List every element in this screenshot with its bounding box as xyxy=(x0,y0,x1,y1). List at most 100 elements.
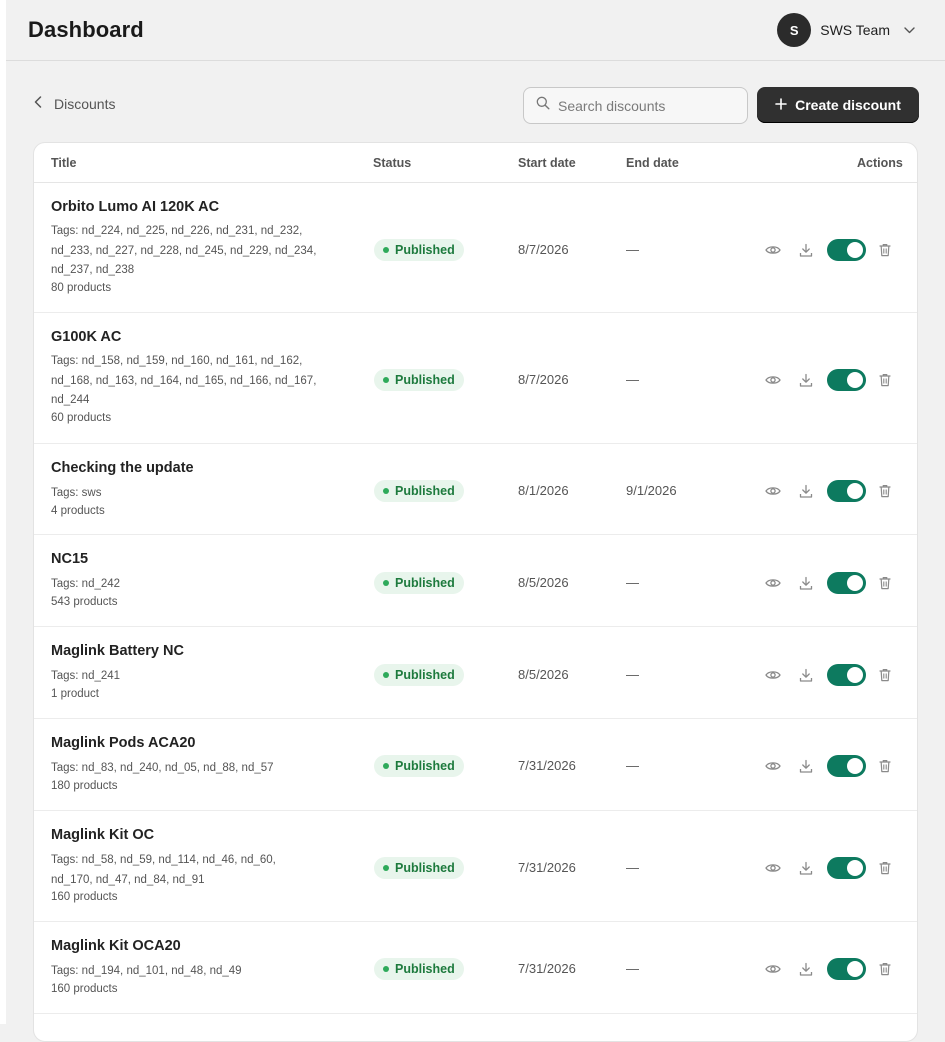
download-icon[interactable] xyxy=(798,574,816,592)
enable-toggle[interactable] xyxy=(827,958,867,980)
status-dot xyxy=(383,966,389,972)
eye-icon[interactable] xyxy=(764,666,782,684)
product-count: 543 products xyxy=(51,595,118,608)
product-count: 180 products xyxy=(51,779,118,792)
user-name: SWS Team xyxy=(820,22,890,38)
enable-toggle[interactable] xyxy=(827,755,867,777)
discount-tags: Tags: nd_83, nd_240, nd_05, nd_88, nd_57 xyxy=(51,762,274,774)
start-date: 7/31/2026 xyxy=(518,860,576,875)
row-actions xyxy=(764,480,894,502)
search-input[interactable] xyxy=(558,97,728,114)
eye-icon[interactable] xyxy=(764,960,782,978)
chevron-left-icon xyxy=(34,95,42,113)
table-row[interactable]: Checking the update Tags: sws 4 products Pu… xyxy=(34,444,917,535)
download-icon[interactable] xyxy=(798,241,816,259)
download-icon[interactable] xyxy=(798,757,816,775)
enable-toggle[interactable] xyxy=(827,369,867,391)
trash-icon[interactable] xyxy=(876,574,894,592)
table-row[interactable]: Orbito Lumo AI 120K AC Tags: nd_224, nd_2… xyxy=(34,183,917,313)
discount-title[interactable]: Maglink Kit OCA20 xyxy=(51,938,181,954)
status-badge: Published xyxy=(374,239,464,261)
start-date: 8/1/2026 xyxy=(518,483,569,498)
create-discount-label: Create discount xyxy=(795,97,901,113)
discount-title[interactable]: Maglink Kit OC xyxy=(51,827,154,843)
back-link[interactable]: Discounts xyxy=(34,95,115,113)
column-title: Title xyxy=(51,156,77,170)
table-row[interactable]: Maglink Kit OC Tags: nd_58, nd_59, nd_114… xyxy=(34,811,917,922)
eye-icon[interactable] xyxy=(764,371,782,389)
end-date: — xyxy=(626,575,639,590)
row-actions xyxy=(764,664,894,686)
discount-title[interactable]: Maglink Battery NC xyxy=(51,643,184,659)
download-icon[interactable] xyxy=(798,371,816,389)
status-label: Published xyxy=(395,243,455,257)
enable-toggle[interactable] xyxy=(827,664,867,686)
status-dot xyxy=(383,763,389,769)
discount-tags: Tags: nd_224, nd_225, nd_226, nd_231, nd… xyxy=(51,225,317,276)
status-label: Published xyxy=(395,484,455,498)
row-actions xyxy=(764,572,894,594)
discount-title[interactable]: Orbito Lumo AI 120K AC xyxy=(51,199,219,215)
status-label: Published xyxy=(395,576,455,590)
start-date: 8/7/2026 xyxy=(518,242,569,257)
discount-title[interactable]: Maglink Pods ACA20 xyxy=(51,735,196,751)
status-label: Published xyxy=(395,759,455,773)
download-icon[interactable] xyxy=(798,482,816,500)
status-label: Published xyxy=(395,668,455,682)
status-badge: Published xyxy=(374,755,464,777)
start-date: 8/5/2026 xyxy=(518,667,569,682)
row-actions xyxy=(764,755,894,777)
download-icon[interactable] xyxy=(798,960,816,978)
discount-title[interactable]: NC15 xyxy=(51,551,88,567)
table-row[interactable]: Maglink Battery NC Tags: nd_241 1 product P… xyxy=(34,627,917,719)
trash-icon[interactable] xyxy=(876,859,894,877)
row-actions xyxy=(764,239,894,261)
search-box[interactable] xyxy=(523,87,748,124)
enable-toggle[interactable] xyxy=(827,480,867,502)
status-badge: Published xyxy=(374,958,464,980)
trash-icon[interactable] xyxy=(876,757,894,775)
discount-title[interactable]: G100K AC xyxy=(51,329,121,345)
eye-icon[interactable] xyxy=(764,574,782,592)
enable-toggle[interactable] xyxy=(827,572,867,594)
table-row[interactable]: Maglink Pods ACA20 Tags: nd_83, nd_240, n… xyxy=(34,719,917,811)
row-actions xyxy=(764,369,894,391)
trash-icon[interactable] xyxy=(876,371,894,389)
download-icon[interactable] xyxy=(798,666,816,684)
trash-icon[interactable] xyxy=(876,960,894,978)
column-end-date: End date xyxy=(626,156,679,170)
trash-icon[interactable] xyxy=(876,482,894,500)
status-label: Published xyxy=(395,962,455,976)
create-discount-button[interactable]: Create discount xyxy=(757,87,919,123)
eye-icon[interactable] xyxy=(764,482,782,500)
start-date: 7/31/2026 xyxy=(518,961,576,976)
table-row[interactable]: NC15 Tags: nd_242 543 products Published 8/5… xyxy=(34,535,917,627)
table-row[interactable]: Maglink Kit OCA20 Tags: nd_194, nd_101, n… xyxy=(34,922,917,1014)
enable-toggle[interactable] xyxy=(827,857,867,879)
chevron-down-icon xyxy=(903,24,915,36)
row-actions xyxy=(764,958,894,980)
eye-icon[interactable] xyxy=(764,241,782,259)
toggle-knob xyxy=(847,242,864,258)
product-count: 60 products xyxy=(51,411,112,424)
user-menu[interactable]: S SWS Team xyxy=(777,13,915,47)
table-row[interactable]: G100K AC Tags: nd_158, nd_159, nd_160, nd… xyxy=(34,313,917,444)
status-dot xyxy=(383,488,389,494)
trash-icon[interactable] xyxy=(876,666,894,684)
enable-toggle[interactable] xyxy=(827,239,867,261)
status-dot xyxy=(383,865,389,871)
discount-tags: Tags: nd_194, nd_101, nd_48, nd_49 xyxy=(51,965,242,977)
toggle-knob xyxy=(847,860,864,876)
trash-icon[interactable] xyxy=(876,241,894,259)
download-icon[interactable] xyxy=(798,859,816,877)
eye-icon[interactable] xyxy=(764,859,782,877)
row-actions xyxy=(764,857,894,879)
product-count: 4 products xyxy=(51,504,105,517)
discount-title[interactable]: Checking the update xyxy=(51,460,194,476)
toggle-knob xyxy=(847,575,864,591)
eye-icon[interactable] xyxy=(764,757,782,775)
status-badge: Published xyxy=(374,857,464,879)
table-header: Title Status Start date End date Actions xyxy=(34,143,917,183)
search-icon xyxy=(536,96,550,115)
product-count: 1 product xyxy=(51,687,99,700)
